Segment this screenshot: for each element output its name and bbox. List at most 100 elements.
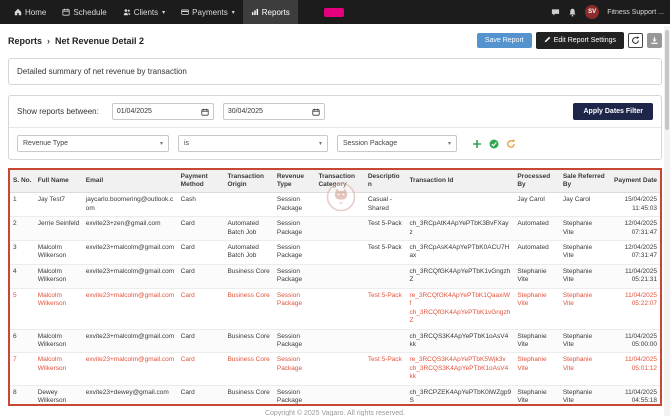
nav-item-home[interactable]: Home	[6, 0, 54, 24]
table-cell: Automated Batch Job	[224, 241, 273, 265]
breadcrumb-separator: ›	[47, 36, 50, 46]
table-cell: ch_3RCpAtK4ApYePTbK3BvFXayz	[406, 217, 514, 241]
table-cell: Card	[178, 353, 225, 385]
date-to-input[interactable]: 30/04/2025	[223, 103, 325, 120]
filter-operator-select[interactable]: is ▾	[178, 135, 328, 152]
page-content: Reports › Net Revenue Detail 2 Save Repo…	[0, 24, 670, 416]
column-header[interactable]: Payment Method	[178, 170, 225, 193]
date-from-input[interactable]: 01/04/2025	[112, 103, 214, 120]
table-cell: 11/04/202504:55:18	[608, 385, 660, 406]
table-cell: Business Core	[224, 288, 273, 329]
nav-item-label: Payments	[192, 8, 228, 17]
chat-icon[interactable]	[551, 8, 560, 17]
table-cell	[315, 193, 364, 217]
column-header[interactable]: Revenue Type	[274, 170, 316, 193]
nav-item-clients[interactable]: Clients▾	[115, 0, 173, 24]
reset-filter-icon[interactable]	[506, 139, 516, 149]
nav-item-label: Clients	[134, 8, 158, 17]
page-title: Net Revenue Detail 2	[55, 36, 144, 46]
apply-filter-check-icon[interactable]	[489, 139, 499, 149]
column-header[interactable]: Processed By	[514, 170, 560, 193]
scrollbar-thumb[interactable]	[665, 30, 669, 130]
table-cell: Business Core	[224, 264, 273, 288]
nav-item-reports[interactable]: Reports	[243, 0, 298, 24]
navbar-right: SV Fitness Support ...	[551, 5, 664, 19]
account-menu[interactable]: Fitness Support ...	[607, 9, 664, 16]
table-cell: Stephanie Vite	[514, 329, 560, 353]
table-cell: exvite23+malcolm@gmail.com	[83, 264, 178, 288]
add-filter-icon[interactable]	[472, 139, 482, 149]
filter-operator-value: is	[184, 140, 189, 147]
table-cell: re_3RCQfGK4ApYePTbK1QaaxiWfch_3RCQfGK4Ap…	[406, 288, 514, 329]
table-cell: Jay Carol	[514, 193, 560, 217]
table-cell: 15/04/202511:45:03	[608, 193, 660, 217]
table-cell: 11/04/202505:00:00	[608, 329, 660, 353]
column-header[interactable]: Payment Date	[608, 170, 660, 193]
column-header[interactable]: Email	[83, 170, 178, 193]
clients-icon	[123, 8, 131, 16]
filter-field-value: Revenue Type	[23, 140, 68, 147]
save-report-button[interactable]: Save Report	[477, 33, 532, 48]
save-report-label: Save Report	[485, 37, 524, 44]
column-header[interactable]: S. No.	[10, 170, 35, 193]
date-filter-row: Show reports between: 01/04/2025 30/04/2…	[9, 96, 661, 127]
column-header[interactable]: Transaction Origin	[224, 170, 273, 193]
table-cell: ch_3RCQS3K4ApYePTbK1oAsV4kk	[406, 329, 514, 353]
table-row: 4Malcolm Wilkersonexvite23+malcolm@gmail…	[10, 264, 660, 288]
report-header: Reports › Net Revenue Detail 2 Save Repo…	[8, 32, 662, 49]
table-cell: Stephanie Vite	[560, 264, 608, 288]
nav-item-payments[interactable]: Payments▾	[173, 0, 243, 24]
chevron-down-icon: ▾	[160, 140, 163, 147]
table-cell: Stephanie Vite	[560, 241, 608, 265]
avatar[interactable]: SV	[585, 5, 599, 19]
table-cell: Cash	[178, 193, 225, 217]
bell-icon[interactable]	[568, 8, 577, 17]
filter-value-select[interactable]: Session Package ▾	[337, 135, 457, 152]
table-cell: Test 5-Pack	[365, 241, 407, 265]
table-cell: Stephanie Vite	[514, 288, 560, 329]
payments-icon	[181, 8, 189, 16]
table-cell	[315, 241, 364, 265]
column-header[interactable]: Transaction Category	[315, 170, 364, 193]
export-button[interactable]	[647, 33, 662, 48]
table-cell: Test 5-Pack	[365, 288, 407, 329]
chevron-down-icon: ▾	[319, 140, 322, 147]
report-description: Detailed summary of net revenue by trans…	[8, 58, 662, 85]
date-range-label: Show reports between:	[17, 107, 99, 116]
column-header[interactable]: Description	[365, 170, 407, 193]
table-cell: Stephanie Vite	[514, 385, 560, 406]
nav-item-label: Reports	[262, 8, 290, 17]
brand-logo	[324, 8, 344, 17]
table-cell: Automated	[514, 217, 560, 241]
column-header[interactable]: Transaction Id	[406, 170, 514, 193]
table-row: 7Malcolm Wilkersonexvite23+malcolm@gmail…	[10, 353, 660, 385]
vertical-scrollbar	[664, 26, 670, 416]
header-actions: Save Report Edit Report Settings	[477, 32, 662, 49]
table-cell: Malcolm Wilkerson	[35, 264, 83, 288]
table-cell: 6	[10, 329, 35, 353]
table-cell: 11/04/202505:22:07	[608, 288, 660, 329]
table-cell	[315, 264, 364, 288]
table-cell: exvite23+dewey@gmail.com	[83, 385, 178, 406]
table-cell: 11/04/202505:01:12	[608, 353, 660, 385]
apply-dates-filter-button[interactable]: Apply Dates Filter	[573, 103, 653, 120]
table-cell: Session Package	[274, 241, 316, 265]
table-cell: 2	[10, 217, 35, 241]
table-row: 5Malcolm Wilkersonexvite23+malcolm@gmail…	[10, 288, 660, 329]
table-cell: 12/04/202507:31:47	[608, 241, 660, 265]
refresh-report-button[interactable]	[628, 33, 643, 48]
table-cell: Stephanie Vite	[560, 288, 608, 329]
table-cell: Business Core	[224, 385, 273, 406]
nav-item-label: Schedule	[73, 8, 106, 17]
column-header[interactable]: Full Name	[35, 170, 83, 193]
column-header[interactable]: Sale Referred By	[560, 170, 608, 193]
table-cell: Card	[178, 288, 225, 329]
nav-item-schedule[interactable]: Schedule	[54, 0, 114, 24]
edit-report-settings-label: Edit Report Settings	[554, 37, 616, 44]
table-cell: Session Package	[274, 353, 316, 385]
breadcrumb-reports-link[interactable]: Reports	[8, 36, 42, 46]
filter-field-select[interactable]: Revenue Type ▾	[17, 135, 169, 152]
edit-report-settings-button[interactable]: Edit Report Settings	[536, 32, 624, 49]
pencil-icon	[544, 36, 551, 45]
filter-action-icons	[472, 139, 516, 149]
